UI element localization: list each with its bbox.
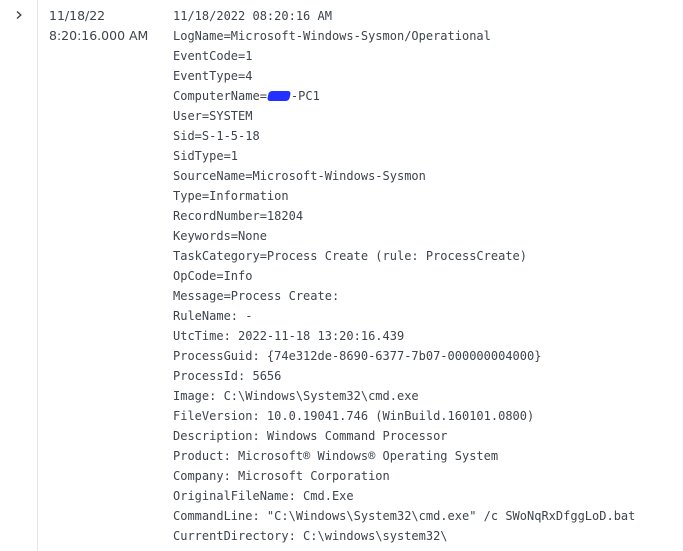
event-field-line: TaskCategory=Process Create (rule: Proce…	[173, 249, 528, 263]
event-field-line: Sid=S-1-5-18	[173, 129, 260, 143]
event-field-line: Image: C:\Windows\System32\cmd.exe	[173, 389, 419, 403]
event-field-line: ProcessId: 5656	[173, 369, 282, 383]
event-field-line: CurrentDirectory: C:\windows\system32\	[173, 529, 448, 543]
event-field-line: RuleName: -	[173, 309, 253, 323]
event-time: 11/18/22 8:20:16.000 AM	[49, 6, 161, 46]
event-field-line: FileVersion: 10.0.19041.746 (WinBuild.16…	[173, 409, 535, 423]
redaction-mark	[266, 91, 291, 101]
expand-row-button[interactable]	[10, 6, 28, 24]
event-row: 11/18/22 8:20:16.000 AM 11/18/2022 08:20…	[0, 0, 683, 551]
event-clock-time: 8:20:16.000 AM	[49, 28, 149, 43]
computer-name-line: ComputerName= -PC1	[173, 86, 678, 106]
event-header-line: 11/18/2022 08:20:16 AM	[173, 9, 332, 23]
event-field-line: ProcessGuid: {74e312de-8690-6377-7b07-00…	[173, 349, 542, 363]
event-field-line: CommandLine: "C:\Windows\System32\cmd.ex…	[173, 509, 636, 523]
event-field-line: SourceName=Microsoft-Windows-Sysmon	[173, 169, 426, 183]
event-field-line: Product: Microsoft® Windows® Operating S…	[173, 449, 499, 463]
event-field-line: Company: Microsoft Corporation	[173, 469, 390, 483]
chevron-right-icon	[16, 10, 22, 20]
event-field-line: LogName=Microsoft-Windows-Sysmon/Operati…	[173, 29, 491, 43]
event-field-line: RecordNumber=18204	[173, 209, 304, 223]
event-field-line: SidType=1	[173, 149, 239, 163]
event-field-line: UtcTime: 2022-11-18 13:20:16.439	[173, 329, 405, 343]
event-date: 11/18/22	[49, 8, 106, 23]
event-field-line: User=SYSTEM	[173, 109, 253, 123]
event-field-line: Description: Windows Command Processor	[173, 429, 448, 443]
event-field-line: EventType=4	[173, 69, 253, 83]
event-field-line: Message=Process Create:	[173, 289, 340, 303]
expand-column	[0, 0, 38, 551]
computer-name-suffix: -PC1	[290, 89, 320, 103]
computer-name-label: ComputerName=	[173, 89, 267, 103]
event-body: 11/18/2022 08:20:16 AM LogName=Microsoft…	[173, 6, 678, 546]
event-field-line: Type=Information	[173, 189, 289, 203]
event-field-line: Keywords=None	[173, 229, 267, 243]
event-field-line: EventCode=1	[173, 49, 253, 63]
event-field-line: OriginalFileName: Cmd.Exe	[173, 489, 354, 503]
event-field-line: OpCode=Info	[173, 269, 253, 283]
